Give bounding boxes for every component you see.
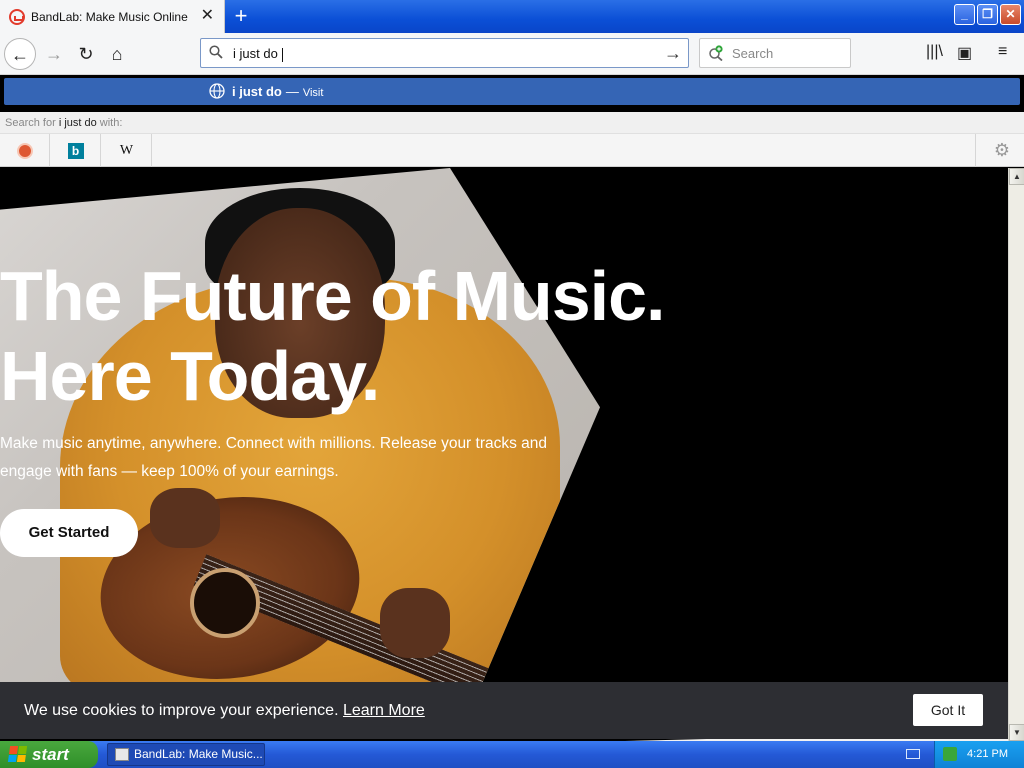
window-controls: _ ❐ ✕ [954,4,1021,25]
headline-line-2: Here Today. [0,337,380,415]
go-arrow-icon[interactable]: → [664,43,682,64]
keyboard-icon[interactable] [906,749,920,759]
bandlab-favicon-icon [9,9,25,25]
headline-line-1: The Future of Music. [0,257,665,335]
get-started-button[interactable]: Get Started [0,509,138,557]
vertical-scrollbar[interactable]: ▲ ▼ [1008,168,1024,741]
taskbar-item-browser[interactable]: BandLab: Make Music... [107,743,265,766]
tab-title: BandLab: Make Music Online [31,10,188,24]
visit-label: Visit [302,87,324,99]
cookie-banner: We use cookies to improve your experienc… [0,682,1008,739]
url-bar[interactable]: i just do → [200,38,689,68]
reload-button[interactable]: ↻ [70,38,102,70]
back-button[interactable]: ← [4,38,36,70]
wikipedia-icon: W [119,142,134,158]
windows-flag-icon [7,746,28,762]
url-input[interactable]: i just do [233,46,283,62]
search-engine-icon [709,45,723,61]
close-window-button[interactable]: ✕ [1000,4,1021,25]
bing-icon: b [67,142,84,159]
wikipedia-engine-button[interactable]: W [102,134,152,167]
engine-divider [975,134,976,167]
suggestion-text: i just do — Visit [232,84,324,99]
text-caret [281,47,283,62]
search-settings-gear-icon[interactable]: ⚙ [994,140,1010,161]
search-for-row: Search for i just do with: [0,112,1024,134]
new-tab-button[interactable]: + [229,3,253,29]
autocomplete-suggestion[interactable]: i just do — Visit [4,78,1020,105]
duckduckgo-icon [16,142,33,159]
forward-button[interactable]: → [38,38,70,70]
tab-bandlab[interactable]: BandLab: Make Music Online ✕ [0,0,225,34]
library-icon[interactable]: |||\ [926,43,943,61]
search-input[interactable]: Search [732,46,773,61]
browser-window-icon [115,748,129,761]
clock: 4:21 PM [967,748,1008,760]
taskbar: start BandLab: Make Music... 4:21 PM [0,741,1024,768]
got-it-button[interactable]: Got It [913,694,983,726]
maximize-button[interactable]: ❐ [977,4,998,25]
search-icon [209,45,223,59]
hero-photo-guitarist [0,168,600,688]
tab-close-icon[interactable]: ✕ [201,8,214,24]
sidebar-icon[interactable]: ▣ [957,43,972,63]
scroll-down-arrow-icon[interactable]: ▼ [1009,724,1024,741]
learn-more-link[interactable]: Learn More [343,702,425,719]
menu-icon[interactable]: ≡ [998,43,1007,61]
tab-strip: BandLab: Make Music Online ✕ + _ ❐ ✕ [0,0,1024,34]
cookie-message: We use cookies to improve your experienc… [24,702,425,719]
network-icon[interactable] [943,747,957,761]
hero-subcopy: Make music anytime, anywhere. Connect wi… [0,435,548,480]
globe-icon [209,83,225,99]
system-tray: 4:21 PM [934,741,1024,768]
duckduckgo-engine-button[interactable] [0,134,50,167]
home-button[interactable]: ⌂ [101,38,133,70]
nav-bar: ← → ↻ ⌂ i just do → Search |||\ ▣ ≡ [0,33,1024,75]
minimize-button[interactable]: _ [954,4,975,25]
bing-engine-button[interactable]: b [51,134,101,167]
start-button[interactable]: start [0,741,98,768]
bandlab-page: The Future of Music. Here Today. Make mu… [0,168,1008,741]
hero-headline: The Future of Music. Here Today. [0,256,665,416]
one-off-search-engines: b W ⚙ [0,134,1024,167]
scroll-up-arrow-icon[interactable]: ▲ [1009,168,1024,185]
search-bar[interactable]: Search [699,38,851,68]
